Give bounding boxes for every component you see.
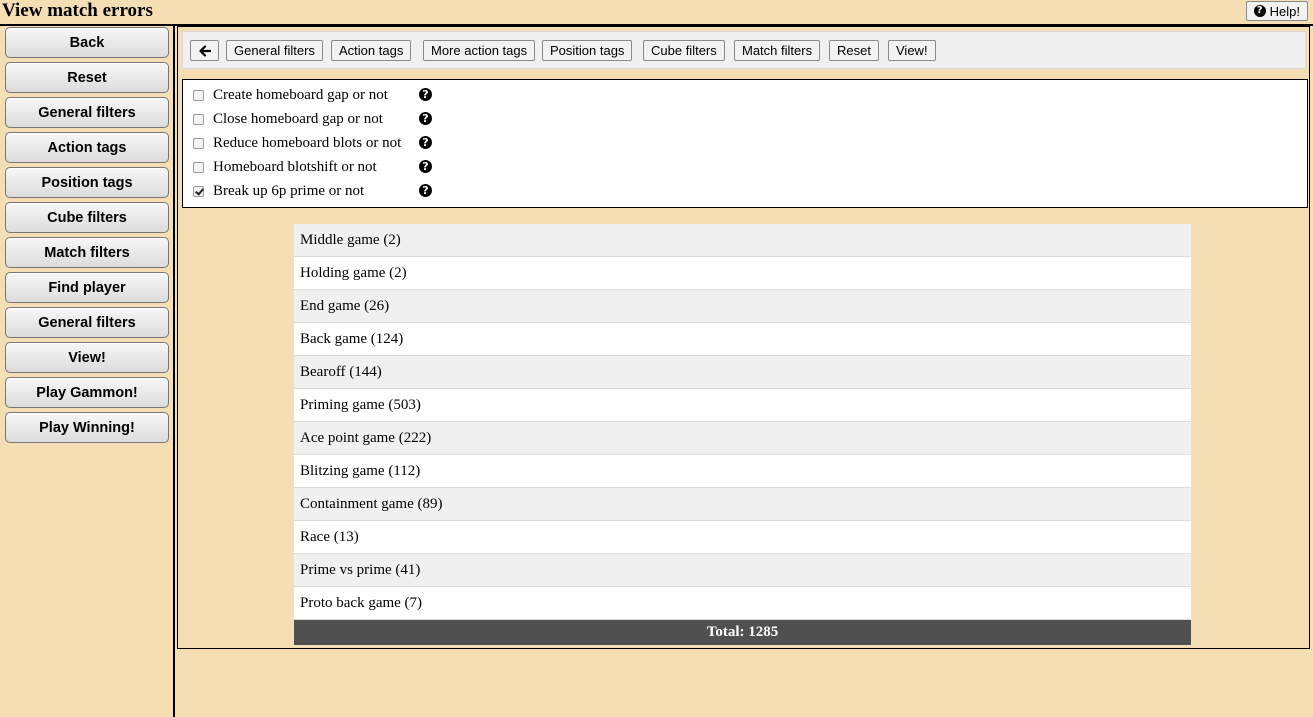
question-circle-icon: ?: [1253, 5, 1266, 17]
total-row: Total: 1285: [294, 620, 1191, 645]
filter-checkbox[interactable]: [193, 161, 204, 173]
question-circle-icon[interactable]: ?: [419, 112, 432, 125]
filter-label: Reduce homeboard blots or not: [213, 134, 402, 151]
toolbar-general-filters-button[interactable]: General filters: [226, 40, 323, 61]
toolbar-cube-filters-button[interactable]: Cube filters: [643, 40, 725, 61]
category-table: Middle game (2) Holding game (2) End gam…: [294, 224, 1191, 645]
toolbar-position-tags-button[interactable]: Position tags: [542, 40, 633, 61]
filter-checkbox[interactable]: [193, 89, 204, 101]
filter-label: Homeboard blotshift or not: [213, 158, 377, 175]
filter-row: Close homeboard gap or not ?: [193, 109, 432, 129]
toolbar-reset-button[interactable]: Reset: [829, 40, 879, 61]
filter-row: Reduce homeboard blots or not ?: [193, 133, 432, 153]
toolbar-match-filters-button[interactable]: Match filters: [734, 40, 821, 61]
toolbar: General filters Action tags More action …: [182, 31, 1306, 69]
sidebar-cube-filters-button[interactable]: Cube filters: [5, 202, 169, 233]
table-row[interactable]: Containment game (89): [294, 488, 1191, 521]
filter-label: Break up 6p prime or not: [213, 182, 365, 199]
filter-row: Homeboard blotshift or not ?: [193, 157, 432, 177]
table-row[interactable]: Middle game (2): [294, 224, 1191, 257]
sidebar-general-filters-button[interactable]: General filters: [5, 97, 169, 128]
sidebar-play-gammon-button[interactable]: Play Gammon!: [5, 377, 169, 408]
sidebar-find-player-button[interactable]: Find player: [5, 272, 169, 303]
table-row[interactable]: Back game (124): [294, 323, 1191, 356]
table-row[interactable]: Bearoff (144): [294, 356, 1191, 389]
sidebar-back-button[interactable]: Back: [5, 27, 169, 58]
help-button[interactable]: ? Help!: [1245, 1, 1308, 21]
filter-checkbox-panel: Create homeboard gap or not ? Close home…: [182, 79, 1308, 208]
filter-row: Break up 6p prime or not ?: [193, 181, 432, 201]
sidebar: Back Reset General filters Action tags P…: [0, 26, 175, 717]
filter-checkbox[interactable]: [193, 137, 204, 149]
table-row[interactable]: Proto back game (7): [294, 587, 1191, 620]
sidebar-play-winning-button[interactable]: Play Winning!: [5, 412, 169, 443]
question-circle-icon[interactable]: ?: [419, 160, 432, 173]
table-row[interactable]: Prime vs prime (41): [294, 554, 1191, 587]
arrow-left-icon: [198, 44, 211, 57]
table-row[interactable]: Blitzing game (112): [294, 455, 1191, 488]
sidebar-match-filters-button[interactable]: Match filters: [5, 237, 169, 268]
toolbar-more-action-tags-button[interactable]: More action tags: [423, 40, 536, 61]
sidebar-general-filters-2-button[interactable]: General filters: [5, 307, 169, 338]
sidebar-reset-button[interactable]: Reset: [5, 62, 169, 93]
toolbar-action-tags-button[interactable]: Action tags: [331, 40, 412, 61]
filter-label: Close homeboard gap or not: [213, 110, 383, 127]
table-row[interactable]: End game (26): [294, 290, 1191, 323]
title-bar: View match errors ? Help!: [0, 0, 1313, 24]
sidebar-position-tags-button[interactable]: Position tags: [5, 167, 169, 198]
help-button-label: Help!: [1269, 3, 1300, 19]
table-row[interactable]: Holding game (2): [294, 257, 1191, 290]
filter-row: Create homeboard gap or not ?: [193, 85, 432, 105]
table-row[interactable]: Ace point game (222): [294, 422, 1191, 455]
question-circle-icon[interactable]: ?: [419, 88, 432, 101]
page-title: View match errors: [2, 0, 153, 21]
table-row[interactable]: Race (13): [294, 521, 1191, 554]
question-circle-icon[interactable]: ?: [419, 184, 432, 197]
table-row[interactable]: Priming game (503): [294, 389, 1191, 422]
question-circle-icon[interactable]: ?: [419, 136, 432, 149]
toolbar-view-button[interactable]: View!: [888, 40, 936, 61]
sidebar-action-tags-button[interactable]: Action tags: [5, 132, 169, 163]
filter-checkbox[interactable]: [193, 185, 204, 197]
filter-label: Create homeboard gap or not: [213, 86, 388, 103]
toolbar-back-button[interactable]: [190, 40, 219, 61]
filter-checkbox[interactable]: [193, 113, 204, 125]
sidebar-view-button[interactable]: View!: [5, 342, 169, 373]
